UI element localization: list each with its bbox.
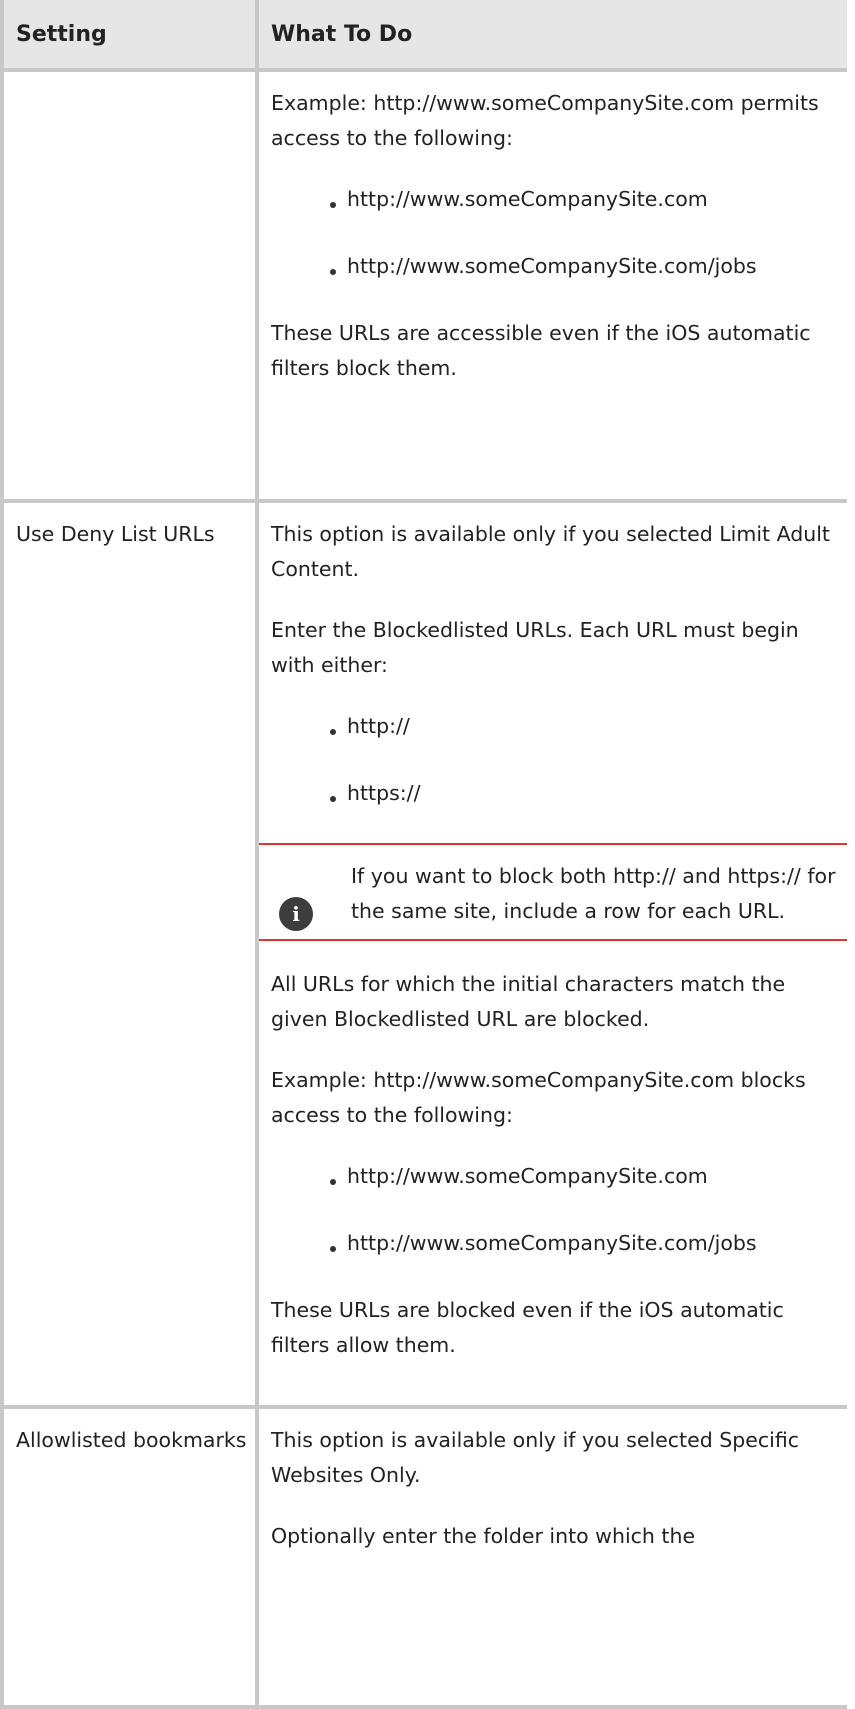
paragraph: Example: http://www.someCompanySite.com … — [271, 1068, 806, 1127]
description-cell: This option is available only if you sel… — [255, 501, 847, 1409]
bullet-list: http://www.someCompanySite.com http://ww… — [271, 182, 847, 284]
paragraph: All URLs for which the initial character… — [271, 972, 786, 1031]
paragraph: These URLs are blocked even if the iOS a… — [271, 1298, 784, 1357]
paragraph: Example: http://www.someCompanySite.com … — [271, 91, 819, 150]
paragraph: This option is available only if you sel… — [271, 1428, 800, 1487]
note-text: If you want to block both http:// and ht… — [351, 864, 836, 923]
table-row: Allowlisted bookmarks This option is ava… — [0, 1407, 847, 1709]
header-setting: Setting — [0, 0, 257, 72]
description-cell: Example: http://www.someCompanySite.com … — [255, 70, 847, 503]
bullet-icon — [330, 202, 336, 208]
setting-cell — [0, 70, 257, 503]
list-item: https:// — [330, 776, 847, 811]
list-item: http://www.someCompanySite.com — [330, 182, 847, 217]
bullet-icon — [330, 1246, 336, 1252]
paragraph: Enter the Blockedlisted URLs. Each URL m… — [271, 618, 799, 677]
list-item: http://www.someCompanySite.com/jobs — [330, 1226, 847, 1261]
bullet-icon — [330, 1179, 336, 1185]
paragraph: These URLs are accessible even if the iO… — [271, 321, 811, 380]
header-what-to-do: What To Do — [255, 0, 847, 72]
paragraph: Optionally enter the folder into which t… — [271, 1524, 696, 1548]
list-item: http://www.someCompanySite.com/jobs — [330, 249, 847, 284]
table-row: Use Deny List URLs This option is availa… — [0, 501, 847, 1409]
note-callout: i If you want to block both http:// and … — [259, 843, 847, 941]
info-icon: i — [279, 897, 313, 931]
settings-table: Setting What To Do Example: http://www.s… — [0, 0, 847, 1709]
list-item: http:// — [330, 709, 847, 744]
bullet-icon — [330, 796, 336, 802]
bullet-list: http://www.someCompanySite.com http://ww… — [271, 1159, 847, 1261]
list-item: http://www.someCompanySite.com — [330, 1159, 847, 1194]
paragraph: This option is available only if you sel… — [271, 522, 830, 581]
description-cell: This option is available only if you sel… — [255, 1407, 847, 1709]
table-header-row: Setting What To Do — [0, 0, 847, 72]
bullet-icon — [330, 269, 336, 275]
bullet-icon — [330, 729, 336, 735]
setting-cell: Use Deny List URLs — [0, 501, 257, 1409]
table-row: Example: http://www.someCompanySite.com … — [0, 70, 847, 503]
bullet-list: http:// https:// — [271, 709, 847, 811]
setting-cell: Allowlisted bookmarks — [0, 1407, 257, 1709]
